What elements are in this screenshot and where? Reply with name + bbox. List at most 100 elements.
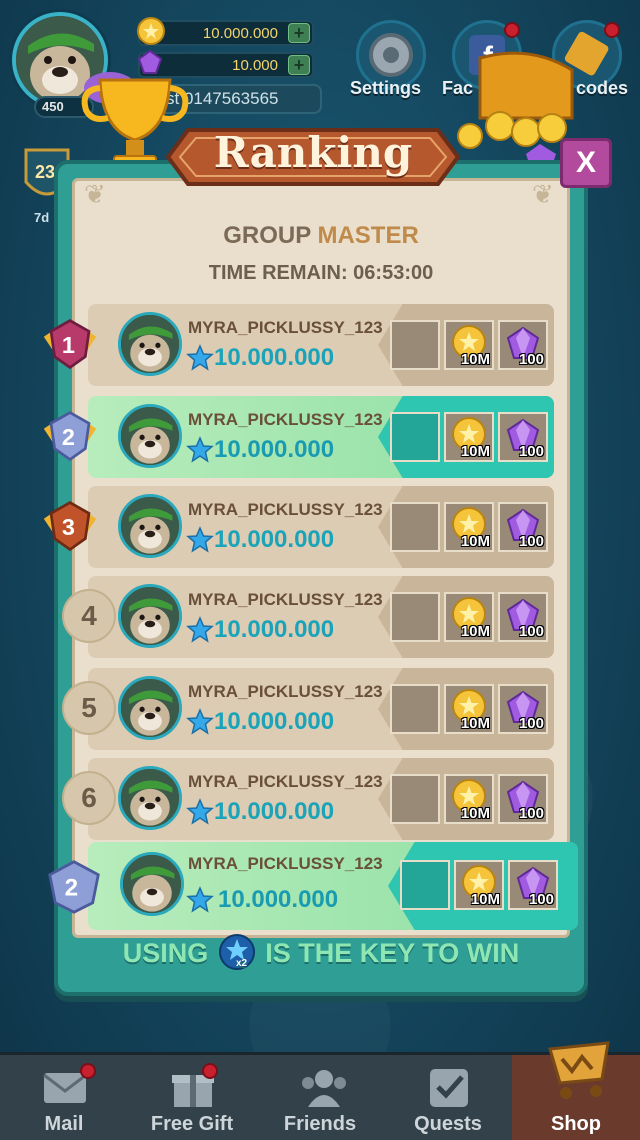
nav-mail-label: Mail [44,1113,84,1135]
reward-slot-empty [400,860,450,910]
bulldog-avatar-icon [123,855,181,913]
nav-free-gift[interactable]: Free Gift [128,1055,256,1140]
player-name: MYRA_PICKLUSSY_123 [188,410,383,429]
nav-quests[interactable]: Quests [384,1055,512,1140]
my-rank-row[interactable]: 2 MYRA_PICKLUSSY_123 10.000.000 10M 100 [48,842,578,930]
nav-shop-label: Shop [551,1113,601,1135]
x2-badge-text: x2 [236,958,248,969]
player-name: MYRA_PICKLUSSY_123 [188,590,383,609]
player-avatar [118,404,182,468]
my-player-name: MYRA_PICKLUSSY_123 [188,854,383,873]
add-coins-button[interactable]: + [288,23,310,43]
reward-slot-empty [390,502,440,552]
leaderboard-row[interactable]: 1 MYRA_PICKLUSSY_123 10.000.000 10M 100 [43,304,554,386]
player-score: 10.000.000 [214,708,335,735]
reward-slot-gems: 100 [498,592,548,642]
time-remaining: TIME REMAIN: 06:53:00 [208,262,434,284]
gem-reward-amount: 100 [528,891,554,908]
coin-amount: 10.000.000 [202,25,278,42]
bulldog-avatar-icon [121,497,179,555]
coin-reward-amount: 10M [460,715,490,732]
reward-slot-gems: 100 [498,774,548,824]
reward-slot-empty [390,684,440,734]
close-button[interactable]: X [560,138,612,188]
rank-2-medal-icon: 2 [48,860,100,914]
rank-number: 3 [62,514,75,540]
rank-2-medal-icon: 2 [43,410,97,462]
player-avatar [118,494,182,558]
x2-booster-icon: x2 [218,933,255,970]
rank-1-medal-icon: 1 [43,318,97,370]
nav-free-gift-label: Free Gift [150,1113,234,1135]
nav-shop[interactable]: Shop [512,1041,640,1140]
nav-friends[interactable]: Friends [256,1055,384,1140]
rank-number: 5 [62,681,116,735]
reward-slot-coins: 10M [444,684,494,734]
player-name: MYRA_PICKLUSSY_123 [188,500,383,519]
group-prefix: GROUP [223,222,318,249]
badge-number: 23 [35,162,55,182]
my-player-score: 10.000.000 [218,886,339,913]
leaderboard-row[interactable]: 5 MYRA_PICKLUSSY_123 10.000.000 10M 100 [62,668,554,750]
bulldog-avatar-icon [121,407,179,465]
facebook-notification-dot [504,22,520,38]
corner-flourish-left-icon: ❦ [84,180,106,210]
giftcode-notification-dot [604,22,620,38]
bulldog-avatar-icon [121,769,179,827]
player-score: 10.000.000 [214,344,335,371]
player-score: 10.000.000 [214,436,335,463]
star-icon [186,526,214,553]
bulldog-avatar-icon [121,315,179,373]
player-avatar [118,676,182,740]
gem-reward-amount: 100 [518,805,544,822]
leaderboard-row[interactable]: 2 MYRA_PICKLUSSY_123 10.000.000 10M 100 [43,396,554,478]
hint-before: USING [122,938,209,968]
add-gems-button[interactable]: + [288,55,310,75]
coin-reward-amount: 10M [460,533,490,550]
shopping-cart-icon [548,1041,610,1099]
reward-slot-gems: 100 [508,860,558,910]
gem-reward-amount: 100 [518,351,544,368]
reward-slot-empty [390,412,440,462]
player-name: MYRA_PICKLUSSY_123 [188,682,383,701]
reward-slot-coins: 10M [444,592,494,642]
rank-number: 2 [62,424,75,450]
player-avatar [118,766,182,830]
reward-slot-gems: 100 [498,320,548,370]
nav-mail[interactable]: Mail [0,1055,128,1140]
reward-slot-gems: 100 [498,412,548,462]
leaderboard-row[interactable]: 6 MYRA_PICKLUSSY_123 10.000.000 10M 100 [62,758,554,840]
badge-timer: 7d [34,210,50,225]
gift-notification-dot [202,1063,218,1079]
reward-slot-coins: 10M [444,774,494,824]
panel-title: Ranking [213,128,413,177]
leaderboard-row[interactable]: 4 MYRA_PICKLUSSY_123 10.000.000 10M 100 [62,576,554,658]
bottom-nav: Mail Free Gift Friends Quests Shop [0,1041,640,1140]
hint-after: IS THE KEY TO WIN [265,938,520,968]
star-icon [186,616,214,643]
gem-reward-amount: 100 [518,715,544,732]
reward-slot-coins: 10M [444,502,494,552]
my-avatar [120,852,184,916]
player-name: MYRA_PICKLUSSY_123 [188,772,383,791]
reward-slot-empty [390,592,440,642]
player-score: 10.000.000 [214,526,335,553]
settings-label: Settings [350,78,422,98]
reward-slot-gems: 100 [498,684,548,734]
coin-reward-amount: 10M [460,805,490,822]
reward-slot-empty [390,320,440,370]
reward-slot-coins: 10M [454,860,504,910]
coin-reward-amount: 10M [470,891,500,908]
player-name: MYRA_PICKLUSSY_123 [188,318,383,337]
friends-icon [302,1070,346,1107]
reward-slot-empty [390,774,440,824]
star-icon [186,798,214,825]
leaderboard-row[interactable]: 3 MYRA_PICKLUSSY_123 10.000.000 10M 100 [43,486,554,568]
bulldog-avatar-icon [121,679,179,737]
player-score: 10.000.000 [214,616,335,643]
my-rank-number: 2 [65,874,78,901]
star-icon [186,344,214,371]
coin-icon [137,17,165,45]
coin-reward-amount: 10M [460,623,490,640]
gem-reward-amount: 100 [518,533,544,550]
